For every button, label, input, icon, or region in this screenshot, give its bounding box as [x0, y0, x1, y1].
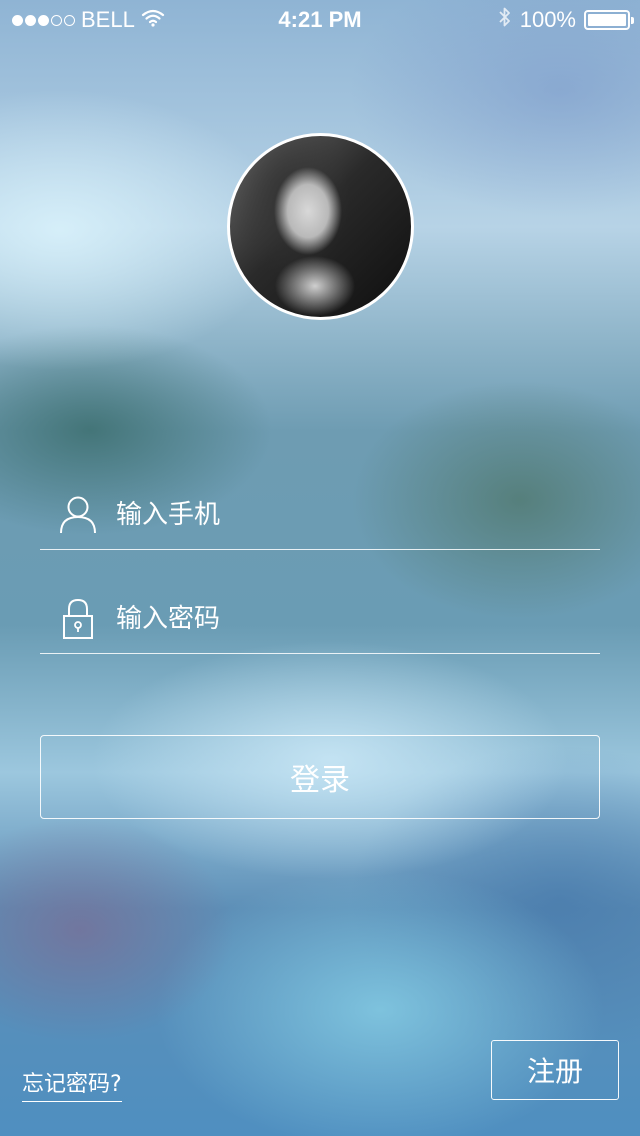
battery-icon	[584, 10, 634, 30]
carrier-name: BELL	[81, 7, 135, 32]
phone-input[interactable]	[116, 489, 600, 540]
bluetooth-icon	[498, 6, 512, 34]
battery-percent: 100%	[519, 7, 576, 32]
status-left: BELL	[12, 7, 165, 33]
status-right: 100%	[498, 6, 634, 34]
signal-strength-icon	[12, 14, 75, 26]
forgot-password-link[interactable]: 忘记密码?	[22, 1066, 122, 1102]
signal-dot	[12, 14, 23, 26]
lock-icon	[58, 598, 98, 640]
signal-dot	[38, 14, 49, 26]
battery-fill	[588, 14, 626, 26]
signal-dot	[51, 14, 62, 26]
signal-dot	[25, 14, 36, 26]
status-bar: BELL 4:21 PM 100%	[0, 0, 640, 40]
password-input[interactable]	[116, 593, 600, 644]
phone-field[interactable]	[40, 480, 600, 550]
signal-dot	[64, 14, 75, 26]
avatar[interactable]	[227, 133, 414, 320]
register-button[interactable]: 注册	[491, 1040, 619, 1100]
login-button[interactable]: 登录	[40, 735, 600, 819]
user-icon	[58, 495, 98, 535]
password-field[interactable]	[40, 584, 600, 654]
wifi-icon	[141, 7, 165, 33]
